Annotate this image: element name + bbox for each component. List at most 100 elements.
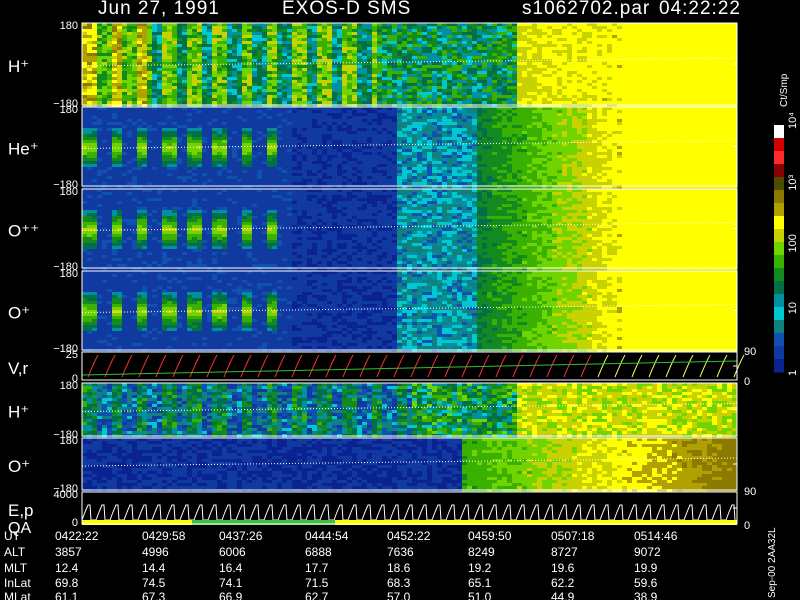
title-time: 04:22:22: [659, 0, 741, 19]
xaxis-value-3-5: 65.1: [468, 576, 492, 590]
xaxis-value-3-2: 74.1: [219, 576, 243, 590]
colorbar-tick-2: 100: [787, 234, 799, 252]
colorbar-swatch: [774, 255, 784, 269]
xaxis-value-2-3: 17.7: [305, 561, 329, 575]
panel-label-6: O⁺: [8, 457, 30, 476]
side-label: Sep-00 2AA32L: [767, 527, 778, 598]
panel-right-label-3: 90: [744, 346, 756, 358]
xaxis-value-1-5: 8249: [468, 545, 495, 559]
panel-right-label-4: 0: [744, 376, 750, 388]
xaxis-value-4-0: 61.1: [55, 590, 79, 600]
xaxis-value-4-2: 66.9: [219, 590, 243, 600]
title-mission: EXOS-D SMS: [282, 0, 412, 19]
xaxis-value-2-6: 19.6: [551, 561, 575, 575]
xaxis-row-name-3: InLat: [4, 576, 31, 590]
ytick-top-3: 180: [60, 268, 78, 280]
ytick-top-4: 25: [66, 349, 78, 361]
xaxis-row-name-2: MLT: [4, 561, 28, 575]
colorbar-swatch: [774, 177, 784, 191]
colorbar-swatch: [774, 216, 784, 230]
xaxis-value-0-1: 0429:58: [142, 529, 186, 543]
heatmap-cells-3: [82, 271, 738, 353]
xaxis-value-4-4: 57.0: [387, 590, 411, 600]
ytick-top-7: 4000: [54, 489, 78, 501]
xaxis-value-2-5: 19.2: [468, 561, 492, 575]
colorbar-swatch: [774, 203, 784, 217]
title-date: Jun 27, 1991: [98, 0, 220, 19]
xaxis-value-0-0: 0422:22: [55, 529, 99, 543]
xaxis-row-name-1: ALT: [4, 545, 26, 559]
xaxis-value-0-2: 0437:26: [219, 529, 263, 543]
spectrogram-plot: 180−180H⁺180−180He⁺180−180O⁺⁺180−180O⁺90…: [4, 20, 799, 600]
colorbar-swatch: [774, 242, 784, 256]
colorbar-swatch: [774, 320, 784, 334]
colorbar-swatch: [774, 229, 784, 243]
xaxis-value-2-7: 19.9: [634, 561, 658, 575]
xaxis-row-name-4: MLat: [4, 590, 31, 600]
xaxis-value-3-6: 62.2: [551, 576, 575, 590]
panel-label-0: H⁺: [8, 57, 29, 76]
xaxis-value-2-1: 14.4: [142, 561, 166, 575]
ytick-top-0: 180: [60, 20, 78, 32]
xaxis-value-1-4: 7636: [387, 545, 414, 559]
colorbar-swatch: [774, 190, 784, 204]
xaxis-value-2-2: 16.4: [219, 561, 243, 575]
xaxis-value-4-7: 38.9: [634, 590, 658, 600]
xaxis-value-3-7: 59.6: [634, 576, 658, 590]
xaxis-value-3-4: 68.3: [387, 576, 411, 590]
xaxis-value-0-5: 0459:50: [468, 529, 512, 543]
vr-panel-bg: [82, 352, 737, 380]
xaxis-value-1-7: 9072: [634, 545, 661, 559]
panel-label-2: O⁺⁺: [8, 222, 39, 241]
colorbar-swatch: [774, 151, 784, 165]
colorbar-unit-label: Ct/Smp: [779, 73, 790, 107]
panel-label-1: He⁺: [8, 140, 39, 159]
xaxis-value-1-0: 3857: [55, 545, 82, 559]
xaxis-value-3-3: 71.5: [305, 576, 329, 590]
ytick-bottom-7: 0: [72, 517, 78, 529]
xaxis-value-0-3: 0444:54: [305, 529, 349, 543]
panel-label-7: E,p: [8, 501, 34, 520]
panel-label-3: O⁺: [8, 304, 30, 323]
ytick-top-2: 180: [60, 186, 78, 198]
xaxis-value-1-6: 8727: [551, 545, 578, 559]
colorbar-swatch: [774, 346, 784, 360]
panel-right-label-6: 90: [744, 486, 756, 498]
xaxis-value-1-2: 6006: [219, 545, 246, 559]
panel-label-5: H⁺: [8, 403, 29, 422]
heatmap-cells-2: [82, 189, 738, 271]
ytick-top-5: 180: [60, 380, 78, 392]
colorbar-tick-3: 10³: [787, 175, 799, 191]
title-file: s1062702.par: [522, 0, 651, 19]
ytick-top-6: 180: [60, 435, 78, 447]
xaxis-value-1-3: 6888: [305, 545, 332, 559]
colorbar-swatch: [774, 164, 784, 178]
xaxis-value-4-6: 44.9: [551, 590, 575, 600]
colorbar-swatch: [774, 359, 784, 373]
heatmap-cells-1: [82, 107, 738, 189]
colorbar-swatch: [774, 125, 784, 139]
xaxis-row-name-0: UT: [4, 529, 21, 543]
heatmap-cells-6: [82, 438, 738, 493]
xaxis-value-1-1: 4996: [142, 545, 169, 559]
ytick-top-1: 180: [60, 104, 78, 116]
colorbar-swatch: [774, 138, 784, 152]
xaxis-value-4-5: 51.0: [468, 590, 492, 600]
xaxis-value-3-0: 69.8: [55, 576, 79, 590]
xaxis-value-3-1: 74.5: [142, 576, 166, 590]
colorbar-swatch: [774, 333, 784, 347]
xaxis-value-2-0: 12.4: [55, 561, 79, 575]
heatmap-cells-0: [82, 23, 738, 108]
panel-right-label-7: 0: [744, 520, 750, 532]
colorbar-swatch: [774, 307, 784, 321]
heatmap-cells-5: [82, 383, 738, 438]
panel-label-4: V,r: [8, 359, 29, 378]
xaxis-value-4-1: 67.3: [142, 590, 166, 600]
xaxis-value-0-7: 0514:46: [634, 529, 678, 543]
colorbar-tick-0: 1: [787, 370, 799, 376]
colorbar-swatch: [774, 294, 784, 308]
xaxis-value-4-3: 62.7: [305, 590, 329, 600]
xaxis-value-0-6: 0507:18: [551, 529, 595, 543]
xaxis-value-2-4: 18.6: [387, 561, 411, 575]
colorbar-tick-4: 10⁴: [787, 112, 799, 129]
